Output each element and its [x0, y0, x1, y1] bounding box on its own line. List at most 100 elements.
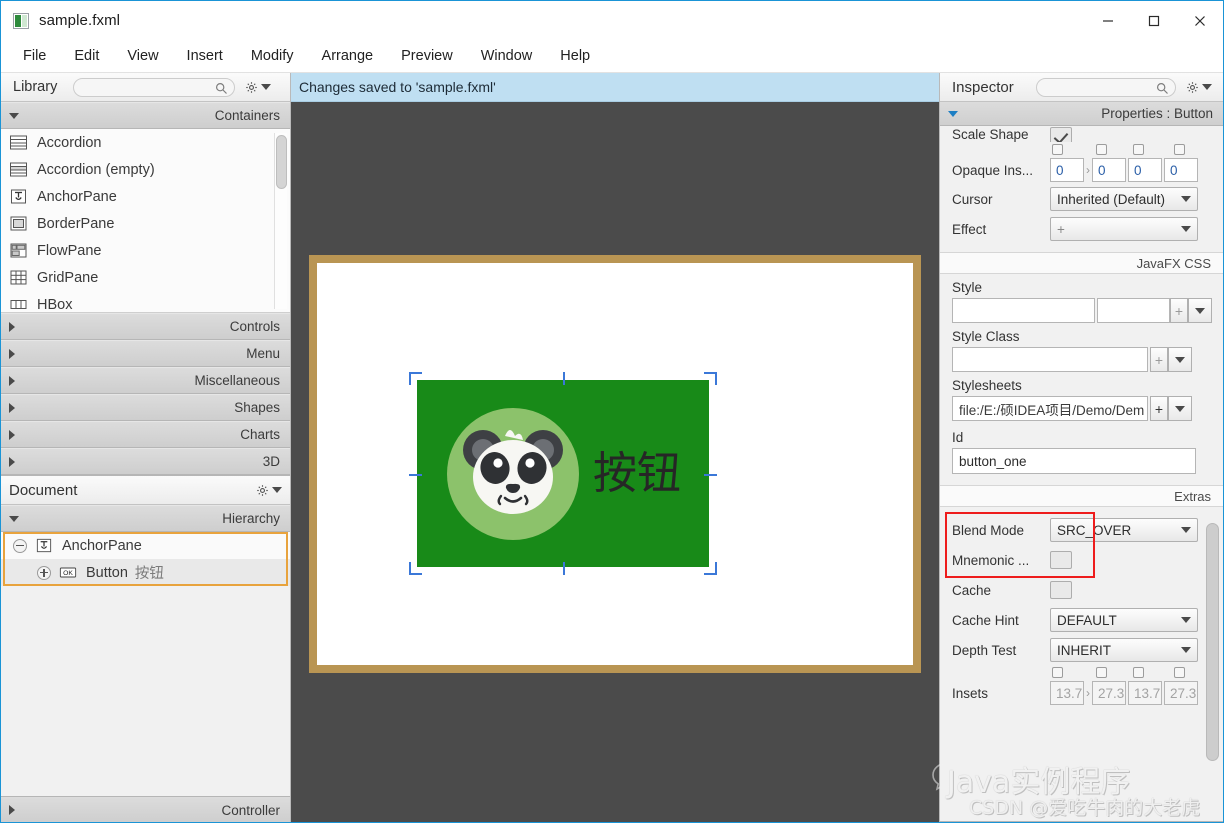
library-item-gridpane[interactable]: GridPane	[1, 264, 290, 291]
scale-shape-checkbox[interactable]	[1050, 127, 1072, 142]
library-item-label: FlowPane	[37, 243, 101, 259]
style-label: Style	[940, 274, 1223, 298]
content-canvas[interactable]: 按钮	[291, 102, 939, 823]
opaque-insets-checkbox-row	[940, 142, 1223, 156]
menu-window[interactable]: Window	[467, 43, 547, 69]
section-label: Charts	[240, 427, 280, 442]
row-label: Insets	[952, 686, 1050, 701]
style-dropdown-button[interactable]	[1188, 298, 1212, 323]
inspector-search-input[interactable]	[1043, 80, 1153, 94]
library-item-list: Accordion Accordion (empty) AnchorPane B…	[1, 129, 290, 313]
library-section-controls[interactable]: Controls	[1, 313, 290, 340]
library-item-flowpane[interactable]: FlowPane	[1, 237, 290, 264]
library-section-shapes[interactable]: Shapes	[1, 394, 290, 421]
library-gear-button[interactable]	[245, 81, 271, 94]
opaque-inset-checkbox-1[interactable]	[1052, 144, 1063, 155]
library-item-borderpane[interactable]: BorderPane	[1, 210, 290, 237]
minimize-icon[interactable]	[1085, 1, 1131, 40]
opaque-inset-top-field[interactable]: 0	[1050, 158, 1084, 182]
blend-mode-dropdown[interactable]: SRC_OVER	[1050, 518, 1198, 542]
library-section-charts[interactable]: Charts	[1, 421, 290, 448]
style-input[interactable]	[952, 298, 1095, 323]
artboard[interactable]: 按钮	[309, 255, 921, 673]
close-icon[interactable]	[1177, 1, 1223, 40]
menu-view[interactable]: View	[113, 43, 172, 69]
menu-modify[interactable]: Modify	[237, 43, 308, 69]
row-label: Blend Mode	[952, 523, 1050, 538]
opaque-inset-right-field[interactable]: 0	[1092, 158, 1126, 182]
inset-right-field[interactable]: 27.3	[1092, 681, 1126, 705]
library-section-3d[interactable]: 3D	[1, 448, 290, 475]
chevron-down-icon	[1175, 357, 1185, 363]
chevron-down-icon	[1195, 308, 1205, 314]
inspector-scrollbar[interactable]	[1206, 511, 1219, 811]
inset-left-field[interactable]: 27.3	[1164, 681, 1198, 705]
id-input[interactable]: button_one	[952, 448, 1196, 474]
inset-checkbox-2[interactable]	[1096, 667, 1107, 678]
row-scale-shape[interactable]: Scale Shape	[940, 126, 1223, 142]
opaque-inset-checkbox-4[interactable]	[1174, 144, 1185, 155]
depth-test-dropdown[interactable]: INHERIT	[1050, 638, 1198, 662]
opaque-inset-checkbox-2[interactable]	[1096, 144, 1107, 155]
maximize-icon[interactable]	[1131, 1, 1177, 40]
chevron-down-icon	[1181, 617, 1191, 623]
inset-checkbox-3[interactable]	[1133, 667, 1144, 678]
menu-edit[interactable]: Edit	[60, 43, 113, 69]
inset-checkbox-1[interactable]	[1052, 667, 1063, 678]
cache-hint-dropdown[interactable]: DEFAULT	[1050, 608, 1198, 632]
row-label: Cache Hint	[952, 613, 1050, 628]
opaque-inset-bottom-field[interactable]: 0	[1128, 158, 1162, 182]
preview-button[interactable]: 按钮	[417, 380, 709, 567]
mnemonic-checkbox[interactable]	[1050, 551, 1072, 569]
inset-bottom-field[interactable]: 13.7	[1128, 681, 1162, 705]
cache-checkbox[interactable]	[1050, 581, 1072, 599]
effect-dropdown[interactable]: +	[1050, 217, 1198, 241]
chevron-right-icon: ›	[1086, 163, 1090, 177]
menu-help[interactable]: Help	[546, 43, 604, 69]
window-controls	[1085, 1, 1223, 40]
menu-arrange[interactable]: Arrange	[308, 43, 388, 69]
opaque-inset-left-field[interactable]: 0	[1164, 158, 1198, 182]
library-item-anchorpane[interactable]: AnchorPane	[1, 183, 290, 210]
inspector-gear-button[interactable]	[1186, 81, 1212, 94]
library-scrollbar-thumb[interactable]	[276, 135, 287, 189]
document-gear-button[interactable]	[256, 484, 282, 497]
stylesheets-add-button[interactable]: +	[1150, 396, 1168, 421]
style-class-input[interactable]	[952, 347, 1148, 372]
library-section-menu[interactable]: Menu	[1, 340, 290, 367]
library-item-label: AnchorPane	[37, 189, 117, 205]
library-title: Library	[13, 79, 57, 95]
library-scrollbar[interactable]	[274, 133, 287, 309]
library-section-containers[interactable]: Containers	[1, 102, 290, 129]
library-item-hbox[interactable]: HBox	[1, 291, 290, 313]
inset-top-field[interactable]: 13.7	[1050, 681, 1084, 705]
library-item-label: Accordion (empty)	[37, 162, 155, 178]
document-section-controller[interactable]: Controller	[1, 796, 290, 823]
opaque-inset-checkbox-3[interactable]	[1133, 144, 1144, 155]
chevron-down-icon	[1181, 527, 1191, 533]
flowpane-icon	[9, 243, 28, 258]
inspector-search-box[interactable]	[1036, 78, 1176, 97]
style-class-label: Style Class	[940, 323, 1223, 347]
stylesheets-dropdown-button[interactable]	[1168, 396, 1192, 421]
cursor-dropdown[interactable]: Inherited (Default)	[1050, 187, 1198, 211]
library-search-input[interactable]	[80, 80, 212, 94]
style-class-dropdown-button[interactable]	[1168, 347, 1192, 372]
style-value-input[interactable]	[1097, 298, 1170, 323]
inspector-scrollbar-thumb[interactable]	[1206, 523, 1219, 761]
style-add-button[interactable]: +	[1170, 298, 1188, 323]
inset-checkbox-4[interactable]	[1174, 667, 1185, 678]
document-section-hierarchy[interactable]: Hierarchy	[1, 505, 290, 532]
library-item-label: GridPane	[37, 270, 98, 286]
stylesheets-input[interactable]: file:/E:/硕IDEA项目/Demo/Dem	[952, 396, 1148, 421]
library-item-accordion[interactable]: Accordion	[1, 129, 290, 156]
menu-file[interactable]: File	[9, 43, 60, 69]
library-search-box[interactable]	[73, 78, 235, 97]
menu-preview[interactable]: Preview	[387, 43, 467, 69]
library-section-miscellaneous[interactable]: Miscellaneous	[1, 367, 290, 394]
menu-insert[interactable]: Insert	[173, 43, 237, 69]
library-item-accordion-empty[interactable]: Accordion (empty)	[1, 156, 290, 183]
inspector-properties-header[interactable]: Properties : Button	[940, 102, 1223, 126]
insets-checkbox-row	[940, 665, 1223, 679]
style-class-add-button[interactable]: +	[1150, 347, 1168, 372]
